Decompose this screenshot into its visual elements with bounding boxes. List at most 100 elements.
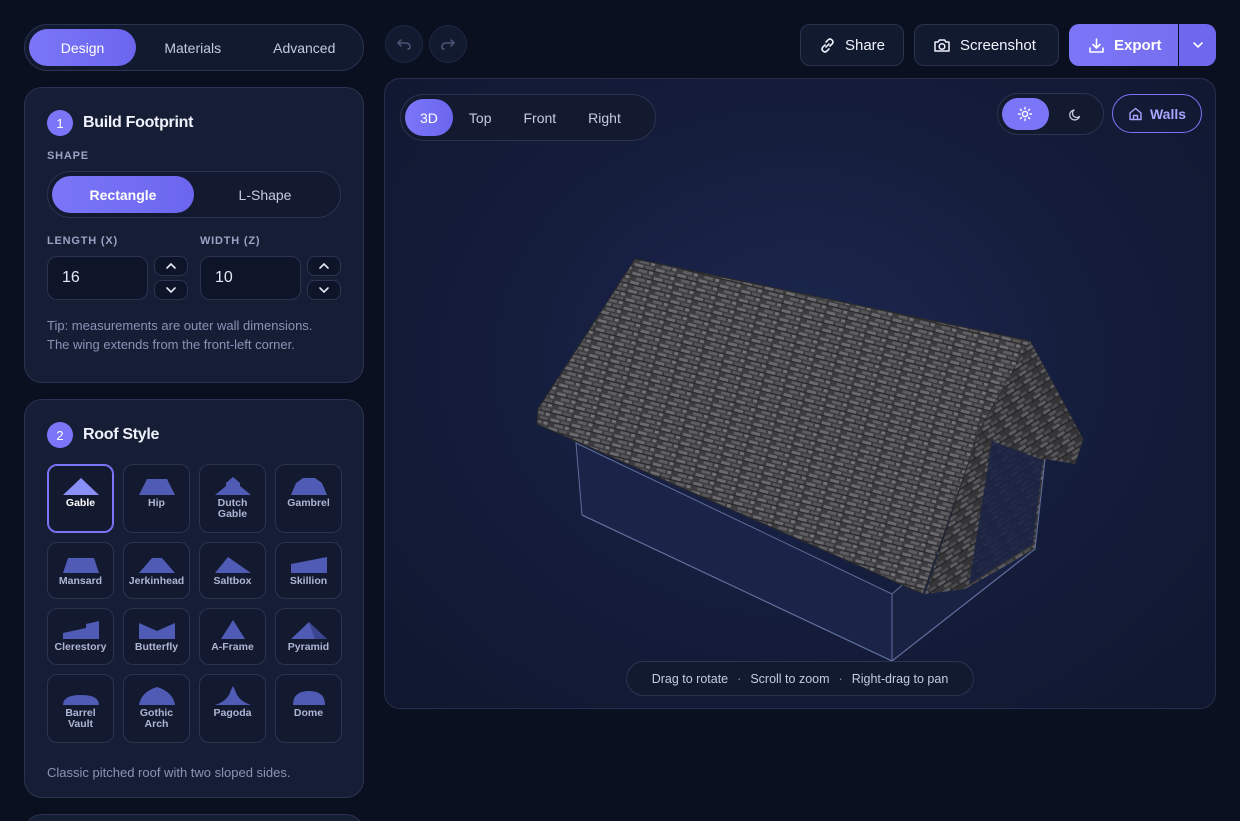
redo-button[interactable] xyxy=(429,25,467,63)
view-front-tab[interactable]: Front xyxy=(507,99,572,136)
roof-label: Clerestory xyxy=(54,641,107,653)
roof-gambrel-button[interactable]: Gambrel xyxy=(275,464,342,533)
card-title: Roof Style xyxy=(83,426,160,443)
mode-tabs: Design Materials Advanced xyxy=(24,24,364,71)
roof-dome-button[interactable]: Dome xyxy=(275,674,342,743)
roof-gable-button[interactable]: Gable xyxy=(47,464,114,533)
view-top-tab[interactable]: Top xyxy=(453,99,508,136)
undo-button[interactable] xyxy=(385,25,423,63)
share-label: Share xyxy=(844,36,885,54)
walls-toggle-button[interactable]: Walls xyxy=(1112,94,1202,133)
roof-saltbox-button[interactable]: Saltbox xyxy=(199,542,266,599)
roof-label: Gambrel xyxy=(287,497,330,509)
length-decrement-button[interactable] xyxy=(154,280,188,300)
house-3d-model xyxy=(536,258,1084,663)
export-options-button[interactable] xyxy=(1179,24,1216,66)
view-right-tab[interactable]: Right xyxy=(572,99,637,136)
mansard-icon xyxy=(62,558,99,573)
redo-icon xyxy=(441,39,456,50)
roof-label: Gothic Arch xyxy=(139,707,174,730)
saltbox-icon xyxy=(214,557,251,573)
hint-pan: Right-drag to pan xyxy=(851,671,949,686)
download-icon xyxy=(1089,37,1104,53)
width-increment-button[interactable] xyxy=(307,256,341,276)
export-label: Export xyxy=(1114,36,1162,54)
dutch-gable-icon xyxy=(214,477,251,495)
chevron-down-icon xyxy=(1192,42,1203,49)
roof-style-grid: Gable Hip Dutch Gable Gambrel Mansard Jer… xyxy=(47,464,342,743)
roof-label: Hip xyxy=(148,497,165,509)
pyramid-icon xyxy=(290,622,327,639)
tab-advanced[interactable]: Advanced xyxy=(250,29,360,66)
day-mode-button[interactable] xyxy=(1002,98,1049,130)
roof-label: Skillion xyxy=(289,575,328,587)
roof-label: Jerkinhead xyxy=(128,575,185,587)
length-increment-button[interactable] xyxy=(154,256,188,276)
camera-icon xyxy=(934,39,950,52)
barrel-vault-icon xyxy=(62,695,99,705)
roof-label: Butterfly xyxy=(134,641,179,653)
chevron-down-icon xyxy=(166,287,176,294)
roof-mansard-button[interactable]: Mansard xyxy=(47,542,114,599)
next-section-card xyxy=(24,814,364,821)
tip-line: Tip: measurements are outer wall dimensi… xyxy=(47,318,313,333)
width-decrement-button[interactable] xyxy=(307,280,341,300)
card-header: 1 Build Footprint xyxy=(47,110,341,136)
share-button[interactable]: Share xyxy=(800,24,904,66)
a-frame-icon xyxy=(220,620,245,639)
roof-label: Barrel Vault xyxy=(65,707,96,730)
roof-dutch-gable-button[interactable]: Dutch Gable xyxy=(199,464,266,533)
roof-label: Pagoda xyxy=(213,707,252,719)
moon-icon xyxy=(1069,108,1081,121)
clerestory-icon xyxy=(62,621,99,639)
roof-pyramid-button[interactable]: Pyramid xyxy=(275,608,342,665)
tab-materials[interactable]: Materials xyxy=(138,29,248,66)
roof-a-frame-button[interactable]: A-Frame xyxy=(199,608,266,665)
export-button[interactable]: Export xyxy=(1069,24,1178,66)
tip-line: The wing extends from the front-left cor… xyxy=(47,337,295,352)
hip-icon xyxy=(138,479,175,495)
home-icon xyxy=(1129,107,1142,120)
roof-hip-button[interactable]: Hip xyxy=(123,464,190,533)
shape-l-shape-button[interactable]: L-Shape xyxy=(194,176,336,213)
roof-clerestory-button[interactable]: Clerestory xyxy=(47,608,114,665)
hint-separator: · xyxy=(737,671,742,686)
roof-pagoda-button[interactable]: Pagoda xyxy=(199,674,266,743)
roof-gothic-arch-button[interactable]: Gothic Arch xyxy=(123,674,190,743)
roof-label: Gable xyxy=(65,497,96,509)
width-stepper xyxy=(307,256,341,300)
step-badge: 2 xyxy=(47,422,73,448)
roof-jerkinhead-button[interactable]: Jerkinhead xyxy=(123,542,190,599)
jerkinhead-icon xyxy=(138,558,175,573)
gambrel-icon xyxy=(290,478,327,495)
length-stepper xyxy=(154,256,188,300)
roof-barrel-vault-button[interactable]: Barrel Vault xyxy=(47,674,114,743)
hint-rotate: Drag to rotate xyxy=(651,671,729,686)
width-input[interactable]: 10 xyxy=(200,256,301,300)
night-mode-button[interactable] xyxy=(1053,98,1100,130)
undo-icon xyxy=(396,39,411,50)
hint-zoom: Scroll to zoom xyxy=(750,671,830,686)
tab-design[interactable]: Design xyxy=(29,29,136,66)
gable-icon xyxy=(62,478,99,495)
width-group: WIDTH (Z) 10 xyxy=(200,235,341,300)
roof-label: Pyramid xyxy=(287,641,330,653)
roof-description: Classic pitched roof with two sloped sid… xyxy=(47,765,291,780)
shape-rectangle-button[interactable]: Rectangle xyxy=(52,176,194,213)
roof-label: Dutch Gable xyxy=(217,497,248,520)
build-footprint-card: 1 Build Footprint SHAPE Rectangle L-Shap… xyxy=(24,87,364,383)
chevron-up-icon xyxy=(319,262,329,269)
sun-icon xyxy=(1018,106,1033,122)
roof-skillion-button[interactable]: Skillion xyxy=(275,542,342,599)
view-3d-tab[interactable]: 3D xyxy=(405,99,453,136)
dimension-inputs: LENGTH (X) 16 WIDTH (Z) 10 xyxy=(47,235,341,300)
roof-label: Saltbox xyxy=(213,575,252,587)
length-input[interactable]: 16 xyxy=(47,256,148,300)
dome-icon xyxy=(292,691,325,705)
pagoda-icon xyxy=(214,686,251,705)
screenshot-label: Screenshot xyxy=(960,36,1036,54)
3d-viewport[interactable]: 3D Top Front Right Walls Drag to rotate … xyxy=(384,78,1216,709)
chevron-down-icon xyxy=(319,287,329,294)
roof-butterfly-button[interactable]: Butterfly xyxy=(123,608,190,665)
screenshot-button[interactable]: Screenshot xyxy=(914,24,1059,66)
